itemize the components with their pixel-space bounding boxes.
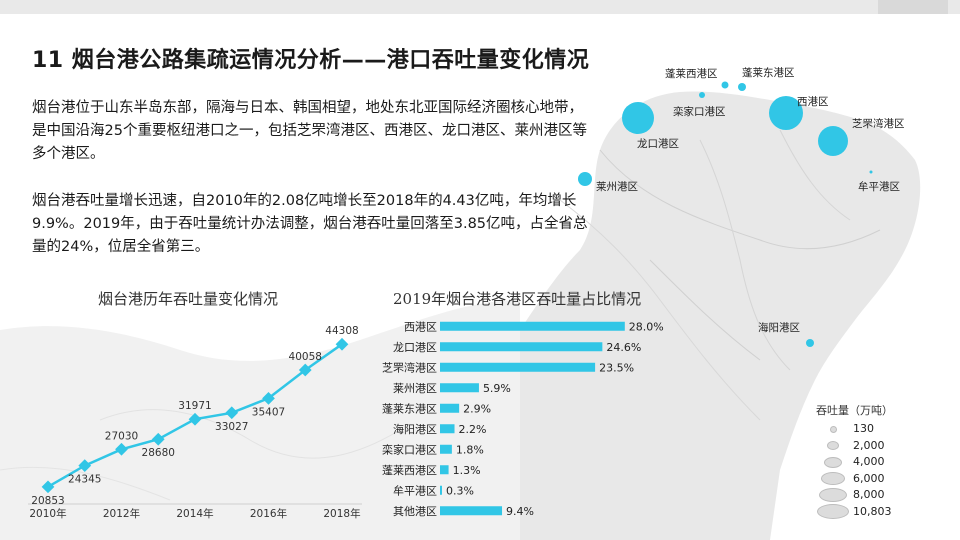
category-label: 栾家口港区	[382, 442, 437, 456]
data-point	[115, 442, 128, 456]
value-label: 1.3%	[453, 464, 481, 477]
value-label: 2.9%	[463, 402, 491, 415]
legend-value: 6,000	[853, 471, 885, 485]
category-label: 蓬莱西港区	[382, 464, 437, 477]
bar	[440, 506, 503, 516]
category-label: 牟平港区	[393, 483, 437, 497]
legend-row: 10,803	[808, 503, 908, 521]
intro-paragraph: 烟台港位于山东半岛东部，隔海与日本、韩国相望，地处东北亚国际经济圈核心地带，是中…	[32, 100, 587, 162]
legend-title: 吞吐量（万吨）	[816, 404, 893, 417]
port-marker	[578, 172, 592, 186]
data-point	[151, 432, 165, 446]
data-label: 28680	[142, 447, 175, 459]
port-label: 西港区	[797, 96, 829, 108]
port-marker	[806, 339, 814, 347]
legend-row: 8,000	[808, 486, 908, 504]
data-point	[188, 412, 202, 426]
category-label: 海阳港区	[393, 422, 437, 436]
top-bar	[0, 0, 960, 14]
bar	[440, 444, 452, 454]
category-label: 莱州港区	[393, 382, 437, 395]
x-tick-label: 2012年	[103, 507, 140, 520]
port-marker	[699, 92, 705, 98]
value-label: 9.4%	[506, 505, 534, 518]
bar	[440, 403, 460, 413]
data-label: 27030	[105, 430, 138, 442]
data-point	[78, 459, 92, 472]
legend-row: 130	[808, 420, 908, 438]
category-label: 西港区	[404, 320, 437, 333]
data-label: 35407	[252, 406, 285, 418]
data-label: 40058	[289, 351, 322, 363]
data-label: 24345	[68, 474, 101, 486]
top-bar-accent	[878, 0, 948, 14]
line-chart-title: 烟台港历年吞吐量变化情况	[98, 290, 279, 308]
port-label: 蓬莱东港区	[742, 66, 795, 79]
map-legend: 吞吐量（万吨） 130 2,000 4,000 6,000 8,000 10,803	[808, 402, 908, 522]
port-label: 海阳港区	[758, 321, 800, 334]
port-marker	[818, 126, 848, 156]
data-label: 33027	[215, 421, 248, 433]
x-tick-label: 2014年	[176, 507, 213, 520]
port-marker	[721, 81, 729, 89]
legend-size-dot	[824, 456, 842, 468]
bar	[440, 485, 442, 495]
page-title: 11 烟台港公路集疏运情况分析——港口吞吐量变化情况	[32, 48, 590, 73]
data-label: 44308	[325, 325, 358, 337]
legend-value: 10,803	[853, 504, 892, 518]
legend-size-dot	[829, 425, 837, 433]
legend-value: 4,000	[853, 455, 885, 468]
throughput-paragraph: 烟台港吞吐量增长迅速，自2010年的2.08亿吨增长至2018年的4.43亿吨，…	[32, 193, 588, 255]
category-label: 龙口港区	[393, 341, 437, 354]
category-label: 其他港区	[393, 505, 437, 518]
port-map: 蓬莱西港区 蓬莱东港区栾家口港区 西港区芝罘湾港区龙口港区莱州港区 牟平港区海阳港区	[578, 66, 905, 347]
x-tick-label: 2018年	[323, 507, 360, 520]
port-label: 龙口港区	[637, 137, 679, 150]
value-label: 0.3%	[446, 484, 474, 497]
legend-value: 130	[853, 422, 874, 435]
value-label: 2.2%	[459, 423, 487, 436]
category-label: 蓬莱东港区	[382, 402, 437, 415]
value-label: 1.8%	[456, 443, 484, 456]
throughput-line-chart: 20853 24345 27030 28680 31971 33027 35407 40058…	[28, 325, 362, 520]
port-marker	[869, 170, 873, 174]
port-label: 栾家口港区	[673, 105, 726, 118]
data-point	[41, 480, 55, 494]
legend-size-dot	[827, 441, 839, 450]
legend-size-dot	[819, 488, 847, 502]
port-marker	[738, 83, 746, 91]
port-label: 牟平港区	[858, 180, 900, 193]
legend-row: 2,000	[808, 437, 908, 455]
bar	[440, 424, 455, 434]
legend-size-dot	[817, 504, 849, 519]
legend-row: 6,000	[808, 470, 908, 488]
bar	[440, 383, 479, 393]
legend-size-dot	[821, 472, 845, 485]
bar	[440, 465, 449, 475]
legend-value: 2,000	[853, 438, 885, 452]
legend-value: 8,000	[853, 488, 885, 501]
port-marker	[622, 102, 654, 134]
port-label: 莱州港区	[596, 181, 638, 193]
port-label: 芝罘湾港区	[852, 117, 905, 130]
data-label: 20853	[31, 495, 64, 507]
x-tick-label: 2010年	[29, 507, 66, 520]
data-point	[225, 406, 239, 420]
port-label: 蓬莱西港区	[665, 68, 718, 80]
legend-row: 4,000	[808, 453, 908, 471]
data-label: 31971	[178, 400, 211, 412]
category-label: 芝罘湾港区	[382, 360, 437, 374]
value-label: 5.9%	[483, 382, 511, 395]
x-tick-label: 2016年	[250, 507, 287, 520]
